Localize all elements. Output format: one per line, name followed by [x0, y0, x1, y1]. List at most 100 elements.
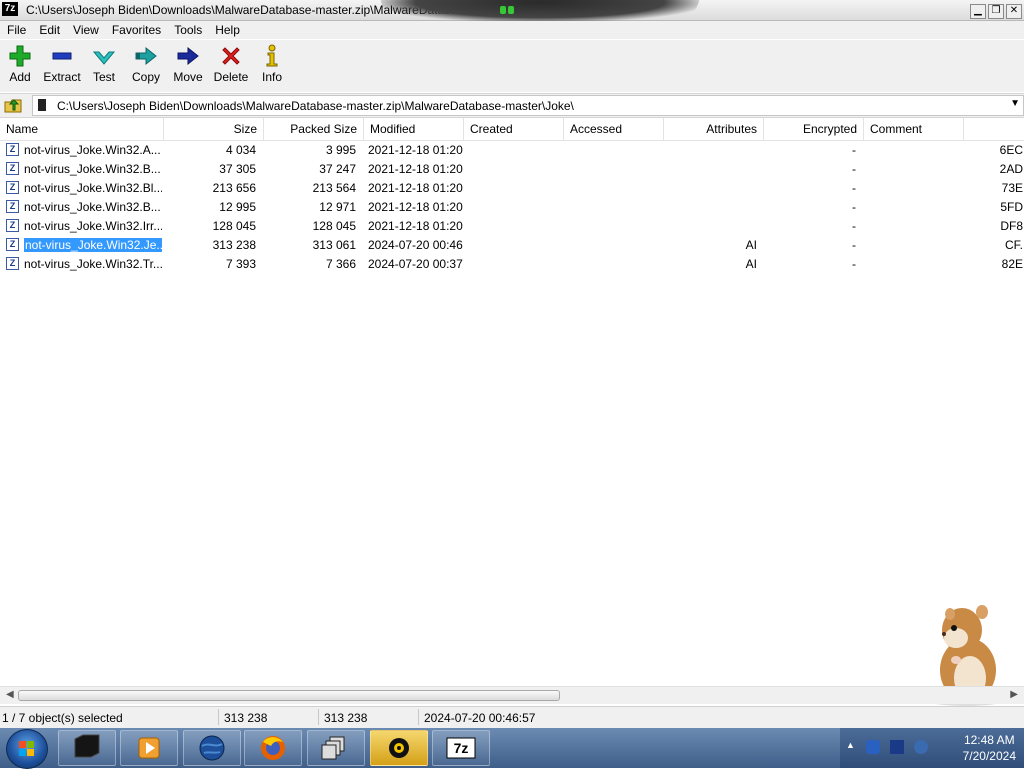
file-attributes: AI — [745, 238, 757, 252]
file-packed-size: 313 061 — [312, 238, 356, 252]
status-selection: 1 / 7 object(s) selected — [2, 711, 123, 725]
file-crc: 6EC — [999, 143, 1023, 157]
info-button[interactable]: Info — [250, 44, 294, 84]
move-label: Move — [173, 70, 203, 84]
file-icon: Z — [6, 143, 19, 156]
clock[interactable]: 12:48 AM 7/20/2024 — [963, 732, 1016, 764]
taskbar-7zip[interactable]: 7z — [432, 730, 490, 766]
file-row[interactable]: Z not-virus_Joke.Win32.A... 4 034 3 995 … — [0, 141, 1024, 160]
file-modified: 2021-12-18 01:20 — [368, 219, 463, 233]
file-icon: Z — [6, 257, 19, 270]
file-crc: 82E — [1001, 257, 1023, 271]
taskbar-firefox[interactable] — [244, 730, 302, 766]
file-row[interactable]: Z not-virus_Joke.Win32.Tr... 7 393 7 366… — [0, 255, 1024, 274]
file-name: not-virus_Joke.Win32.Tr... — [24, 257, 162, 271]
minimize-button[interactable]: ▁ — [970, 4, 986, 19]
file-row[interactable]: Z not-virus_Joke.Win32.Bl... 213 656 213… — [0, 179, 1024, 198]
file-attributes: AI — [745, 257, 757, 271]
file-encrypted: - — [852, 162, 856, 176]
menu-favorites[interactable]: Favorites — [105, 21, 167, 37]
test-button[interactable]: Test — [82, 44, 126, 84]
add-button[interactable]: Add — [0, 44, 42, 84]
restore-button[interactable]: ❐ — [988, 4, 1004, 19]
scrollbar-thumb[interactable] — [18, 690, 560, 701]
scroll-right-icon[interactable]: ▶ — [1010, 689, 1018, 700]
info-icon — [250, 44, 294, 70]
menu-file[interactable]: File — [0, 21, 32, 37]
plus-icon — [0, 44, 42, 70]
file-size: 313 238 — [212, 238, 256, 252]
svg-text:7z: 7z — [454, 740, 469, 756]
file-size: 128 045 — [212, 219, 256, 233]
menu-tools[interactable]: Tools — [167, 21, 208, 37]
file-crc: 2AD — [999, 162, 1023, 176]
file-encrypted: - — [852, 238, 856, 252]
archive-icon — [38, 99, 46, 111]
col-comment[interactable]: Comment — [864, 118, 964, 140]
x-icon — [209, 44, 253, 70]
file-crc: DF8 — [1000, 219, 1023, 233]
close-button[interactable]: ✕ — [1006, 4, 1022, 19]
show-hidden-icons-icon[interactable]: ▲ — [846, 740, 855, 750]
file-row[interactable]: Z not-virus_Joke.Win32.B... 12 995 12 97… — [0, 198, 1024, 217]
clock-date: 7/20/2024 — [962, 749, 1016, 763]
col-attributes[interactable]: Attributes — [664, 118, 764, 140]
folder-up-icon[interactable] — [4, 97, 22, 113]
arrow-right-icon — [166, 44, 210, 70]
file-modified: 2021-12-18 01:20 — [368, 162, 463, 176]
col-packed-size[interactable]: Packed Size — [264, 118, 364, 140]
window-stack-icon — [321, 736, 345, 760]
col-size[interactable]: Size — [164, 118, 264, 140]
copy-button[interactable]: Copy — [124, 44, 168, 84]
status-modified: 2024-07-20 00:46:57 — [424, 711, 536, 725]
file-size: 12 995 — [219, 200, 256, 214]
taskbar-terminal[interactable] — [58, 730, 116, 766]
menu-help[interactable]: Help — [208, 21, 246, 37]
taskbar-window-stack[interactable] — [307, 730, 365, 766]
file-crc: 73E — [1001, 181, 1023, 195]
scroll-left-icon[interactable]: ◀ — [6, 689, 14, 700]
status-size: 313 238 — [224, 711, 268, 725]
title-bar: 7z C:\Users\Joseph Biden\Downloads\Malwa… — [0, 0, 1024, 22]
file-icon: Z — [6, 219, 19, 232]
taskbar-globe[interactable] — [183, 730, 241, 766]
firefox-icon — [261, 736, 285, 760]
file-row[interactable]: Z not-virus_Joke.Win32.B... 37 305 37 24… — [0, 160, 1024, 179]
move-button[interactable]: Move — [166, 44, 210, 84]
media-player-icon — [138, 737, 160, 759]
horizontal-scrollbar[interactable]: ◀ ▶ — [0, 686, 1024, 704]
extract-button[interactable]: Extract — [40, 44, 84, 84]
col-crc[interactable] — [964, 118, 1024, 140]
col-name[interactable]: Name — [0, 118, 164, 140]
menu-view[interactable]: View — [66, 21, 105, 37]
7zip-icon: 7z — [446, 737, 476, 759]
chevron-down-icon[interactable]: ▼ — [1010, 98, 1020, 109]
address-bar: C:\Users\Joseph Biden\Downloads\MalwareD… — [0, 93, 1024, 118]
delete-button[interactable]: Delete — [209, 44, 253, 84]
file-icon: Z — [6, 162, 19, 175]
col-modified[interactable]: Modified — [364, 118, 464, 140]
file-size: 4 034 — [225, 143, 256, 157]
file-row-selected[interactable]: Z not-virus_Joke.Win32.Je... 313 238 313… — [0, 236, 1024, 255]
network-icon[interactable] — [866, 740, 880, 754]
status-packed-size: 313 238 — [324, 711, 368, 725]
display-icon[interactable] — [890, 740, 904, 754]
volume-icon[interactable] — [914, 740, 928, 754]
delete-label: Delete — [213, 70, 249, 84]
start-button[interactable] — [6, 729, 48, 769]
taskbar-media-player[interactable] — [120, 730, 178, 766]
taskbar-burner-app[interactable] — [370, 730, 428, 766]
file-row[interactable]: Z not-virus_Joke.Win32.Irr... 128 045 12… — [0, 217, 1024, 236]
col-accessed[interactable]: Accessed — [564, 118, 664, 140]
file-crc: CF. — [1005, 238, 1023, 252]
file-name: not-virus_Joke.Win32.B... — [24, 162, 161, 176]
file-encrypted: - — [852, 257, 856, 271]
path-text: C:\Users\Joseph Biden\Downloads\MalwareD… — [57, 99, 574, 113]
col-created[interactable]: Created — [464, 118, 564, 140]
double-arrow-icon — [124, 44, 168, 70]
file-size: 7 393 — [225, 257, 256, 271]
col-encrypted[interactable]: Encrypted — [764, 118, 864, 140]
menu-edit[interactable]: Edit — [32, 21, 66, 37]
file-modified: 2021-12-18 01:20 — [368, 200, 463, 214]
path-input[interactable]: C:\Users\Joseph Biden\Downloads\MalwareD… — [32, 95, 1024, 116]
